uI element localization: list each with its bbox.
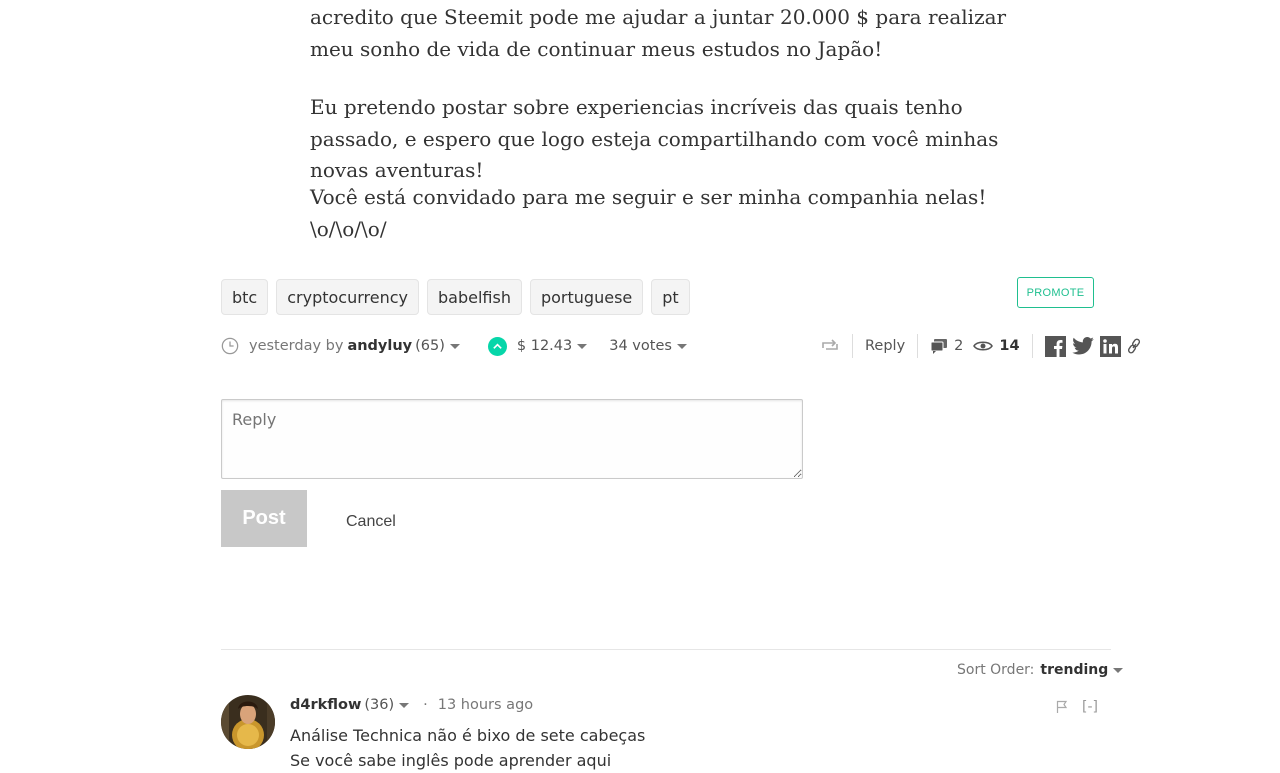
comment-time[interactable]: 13 hours ago — [438, 697, 533, 713]
post-button[interactable]: Post — [221, 490, 307, 547]
comment-controls: [-] — [1056, 699, 1098, 715]
comment-body: Análise Technica não é bixo de sete cabe… — [290, 723, 645, 773]
post-author-link[interactable]: andyluy — [347, 338, 412, 354]
twitter-icon[interactable] — [1071, 337, 1094, 355]
flag-icon[interactable] — [1056, 700, 1068, 714]
collapse-toggle[interactable]: [-] — [1082, 699, 1098, 715]
sort-order-label: Sort Order: — [957, 662, 1035, 678]
eye-icon — [973, 341, 994, 351]
tag-babelfish[interactable]: babelfish — [427, 279, 522, 315]
resteem-icon[interactable] — [820, 337, 840, 355]
tag-cryptocurrency[interactable]: cryptocurrency — [276, 279, 420, 315]
article-paragraph: Eu pretendo postar sobre experiencias in… — [310, 95, 999, 182]
clock-icon — [221, 337, 239, 355]
reply-link[interactable]: Reply — [865, 338, 905, 354]
comment-line: Se você sabe inglês pode aprender aqui — [290, 751, 612, 770]
votes-chevron-icon[interactable] — [676, 343, 687, 349]
post-time: yesterday by — [249, 338, 344, 354]
article-paragraph: acredito que Steemit pode me ajudar a ju… — [310, 5, 1007, 61]
avatar[interactable] — [221, 695, 275, 749]
upvote-icon[interactable] — [487, 336, 507, 356]
separator-dot: · — [423, 697, 428, 713]
link-icon[interactable] — [1127, 338, 1141, 354]
post-actions: Reply 2 14 — [820, 334, 1141, 358]
payout-chevron-icon[interactable] — [577, 343, 588, 349]
comment-line: Análise Technica não é bixo de sete cabe… — [290, 726, 646, 745]
tag-list: btc cryptocurrency babelfish portuguese … — [221, 279, 690, 315]
comments-icon[interactable] — [930, 338, 948, 354]
cancel-button[interactable]: Cancel — [346, 513, 396, 531]
article-paragraph: Você está convidado para me seguir e ser… — [310, 185, 987, 241]
facebook-icon[interactable] — [1044, 335, 1066, 357]
comment-author-chevron-icon[interactable] — [399, 702, 410, 708]
comment-author-reputation: (36) — [364, 697, 395, 713]
tag-pt[interactable]: pt — [651, 279, 690, 315]
divider — [852, 334, 853, 358]
sort-order[interactable]: Sort Order: trending — [957, 662, 1124, 678]
comment-author-link[interactable]: d4rkflow — [290, 697, 361, 713]
payout-value[interactable]: $ 12.43 — [517, 338, 572, 354]
linkedin-icon[interactable] — [1099, 335, 1121, 357]
comment-count: 2 — [954, 338, 964, 354]
votes-count[interactable]: 34 votes — [609, 338, 672, 354]
comment-header: d4rkflow (36) · 13 hours ago — [290, 697, 533, 713]
promote-button[interactable]: PROMOTE — [1017, 277, 1094, 308]
divider — [1031, 334, 1033, 358]
view-count: 14 — [999, 338, 1020, 354]
sort-order-value[interactable]: trending — [1040, 662, 1108, 678]
comments-divider — [221, 649, 1111, 650]
author-menu-chevron-icon[interactable] — [449, 343, 460, 349]
post-meta: yesterday by andyluy (65) $ 12.43 34 vot… — [221, 334, 687, 358]
tag-portuguese[interactable]: portuguese — [529, 279, 644, 315]
author-reputation: (65) — [415, 338, 445, 354]
share-buttons — [1044, 335, 1141, 357]
sort-chevron-icon[interactable] — [1113, 667, 1124, 673]
divider — [917, 334, 919, 358]
reply-textarea[interactable] — [221, 399, 803, 479]
tag-btc[interactable]: btc — [221, 279, 269, 315]
